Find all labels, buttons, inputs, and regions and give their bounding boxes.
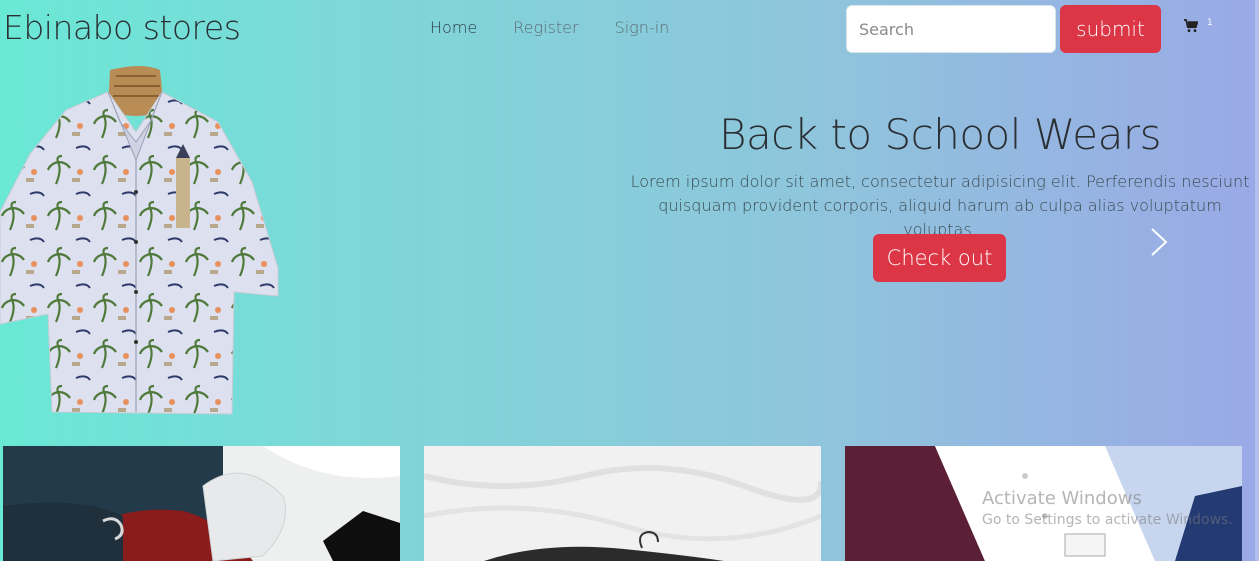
clothes-on-hangers-image	[3, 446, 400, 561]
nav-register[interactable]: Register	[513, 18, 578, 37]
nav-home[interactable]: Home	[430, 18, 477, 37]
main-nav: Home Register Sign-in	[430, 18, 669, 37]
scrollbar[interactable]	[1255, 0, 1259, 561]
chevron-right-icon[interactable]	[1148, 226, 1170, 258]
white-fabric-hanger-image	[424, 446, 821, 561]
brand-logo[interactable]: Ebinabo stores	[3, 8, 241, 47]
check-out-button[interactable]: Check out	[873, 234, 1006, 282]
cart-icon[interactable]	[1183, 18, 1199, 38]
activate-windows-subtitle: Go to Settings to activate Windows.	[982, 512, 1233, 528]
search-input[interactable]	[846, 5, 1056, 53]
cart-count-badge: 1	[1207, 18, 1213, 28]
product-card-1[interactable]	[3, 446, 400, 561]
hawaiian-shirt-image	[0, 66, 279, 415]
activate-windows-title: Activate Windows	[982, 488, 1142, 509]
product-card-2[interactable]	[424, 446, 821, 561]
nav-sign-in[interactable]: Sign-in	[615, 18, 670, 37]
hero-title: Back to School Wears	[718, 110, 1162, 159]
submit-button[interactable]: submit	[1060, 5, 1161, 53]
